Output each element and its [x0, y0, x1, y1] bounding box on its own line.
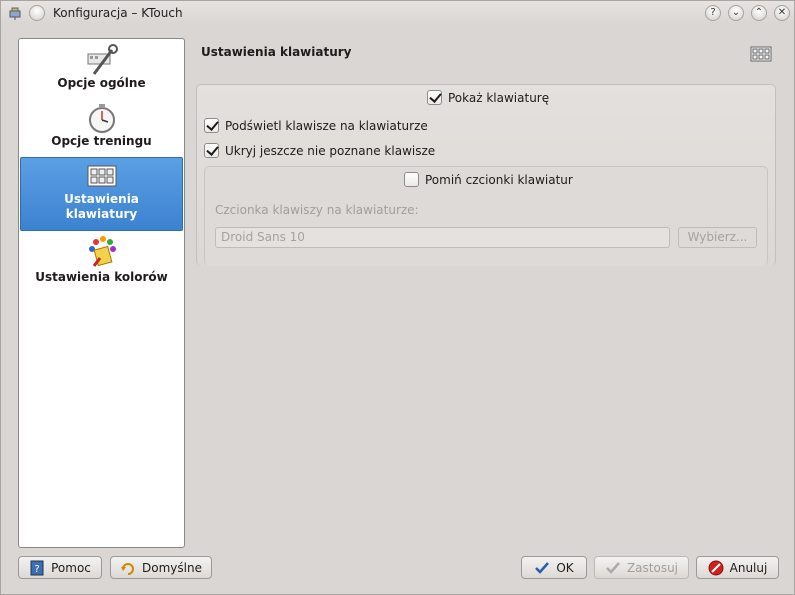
override-fonts-checkbox[interactable]: Pomiń czcionki klawiatur: [404, 172, 573, 187]
sidebar-item-label: Opcje ogólne: [57, 76, 146, 90]
checkbox-label: Podświetl klawisze na klawiaturze: [225, 118, 428, 133]
cancel-icon: [708, 560, 724, 575]
title-bar[interactable]: Konfiguracja – KTouch ? ⌄ ⌃ ✕: [1, 1, 794, 25]
help-icon: ?: [30, 560, 44, 575]
checkbox-box[interactable]: [404, 172, 419, 187]
keyboard-icon: [750, 46, 772, 62]
font-field[interactable]: Droid Sans 10: [215, 227, 670, 248]
highlight-keys-checkbox[interactable]: Podświetl klawisze na klawiaturze: [204, 118, 428, 133]
minimize-button[interactable]: ⌄: [728, 5, 744, 21]
stopwatch-icon: [88, 104, 115, 133]
checkbox-label: Pokaż klawiaturę: [448, 90, 550, 105]
help-titlebar-button[interactable]: ?: [705, 5, 721, 21]
cancel-button-label: Anuluj: [729, 560, 768, 575]
show-keyboard-checkbox[interactable]: Pokaż klawiaturę: [427, 90, 549, 105]
app-menu-icon[interactable]: [7, 5, 23, 21]
ok-button-label: OK: [556, 560, 574, 575]
sidebar-item-colors[interactable]: Ustawienia kolorów: [20, 234, 183, 292]
help-button-label: Pomoc: [51, 560, 91, 575]
ok-button[interactable]: OK: [521, 556, 587, 579]
close-button[interactable]: ✕: [774, 5, 790, 21]
choose-font-button[interactable]: Wybierz...: [678, 227, 757, 248]
checkbox-label: Ukryj jeszcze nie poznane klawisze: [225, 143, 436, 158]
svg-text:?: ?: [34, 564, 39, 575]
apply-button[interactable]: Zastosuj: [594, 556, 689, 579]
defaults-button-label: Domyślne: [142, 560, 202, 575]
checkbox-box[interactable]: [204, 118, 219, 133]
maximize-button[interactable]: ⌃: [751, 5, 767, 21]
sidebar-item-label: Opcje treningu: [51, 134, 152, 148]
defaults-button[interactable]: Domyślne: [110, 556, 212, 579]
tools-icon: [87, 44, 118, 75]
cancel-button[interactable]: Anuluj: [696, 556, 779, 579]
sidebar-item-label-line2: klawiatury: [65, 207, 138, 221]
apply-button-label: Zastosuj: [626, 560, 679, 575]
checkbox-label: Pomiń czcionki klawiatur: [425, 172, 573, 187]
sidebar-item-keyboard[interactable]: Ustawienia klawiatury: [20, 157, 183, 231]
on-all-desktops-button[interactable]: [29, 5, 45, 21]
checkbox-box[interactable]: [427, 90, 442, 105]
help-button[interactable]: ? Pomoc: [18, 556, 102, 579]
check-icon: [535, 561, 550, 574]
sidebar-item-general[interactable]: Opcje ogólne: [20, 44, 183, 100]
config-window: Konfiguracja – KTouch ? ⌄ ⌃ ✕ Opcje ogól…: [0, 0, 795, 595]
color-palette-icon: [88, 236, 116, 267]
sidebar-item-label: Ustawienia kolorów: [35, 270, 168, 284]
font-label: Czcionka klawiszy na klawiaturze:: [215, 203, 419, 217]
check-icon: [606, 561, 620, 574]
sidebar-item-training[interactable]: Opcje treningu: [20, 102, 183, 158]
hide-unknown-keys-checkbox[interactable]: Ukryj jeszcze nie poznane klawisze: [204, 143, 435, 158]
window-title: Konfiguracja – KTouch: [53, 6, 183, 20]
page-title: Ustawienia klawiatury: [201, 45, 352, 59]
keyboard-icon: [87, 165, 116, 187]
sidebar-item-label-line1: Ustawienia: [64, 192, 139, 206]
page-list: Opcje ogólne Opcje treningu Ustawienia k…: [18, 38, 185, 548]
restore-defaults-icon: [121, 562, 134, 575]
checkbox-box[interactable]: [204, 143, 219, 158]
